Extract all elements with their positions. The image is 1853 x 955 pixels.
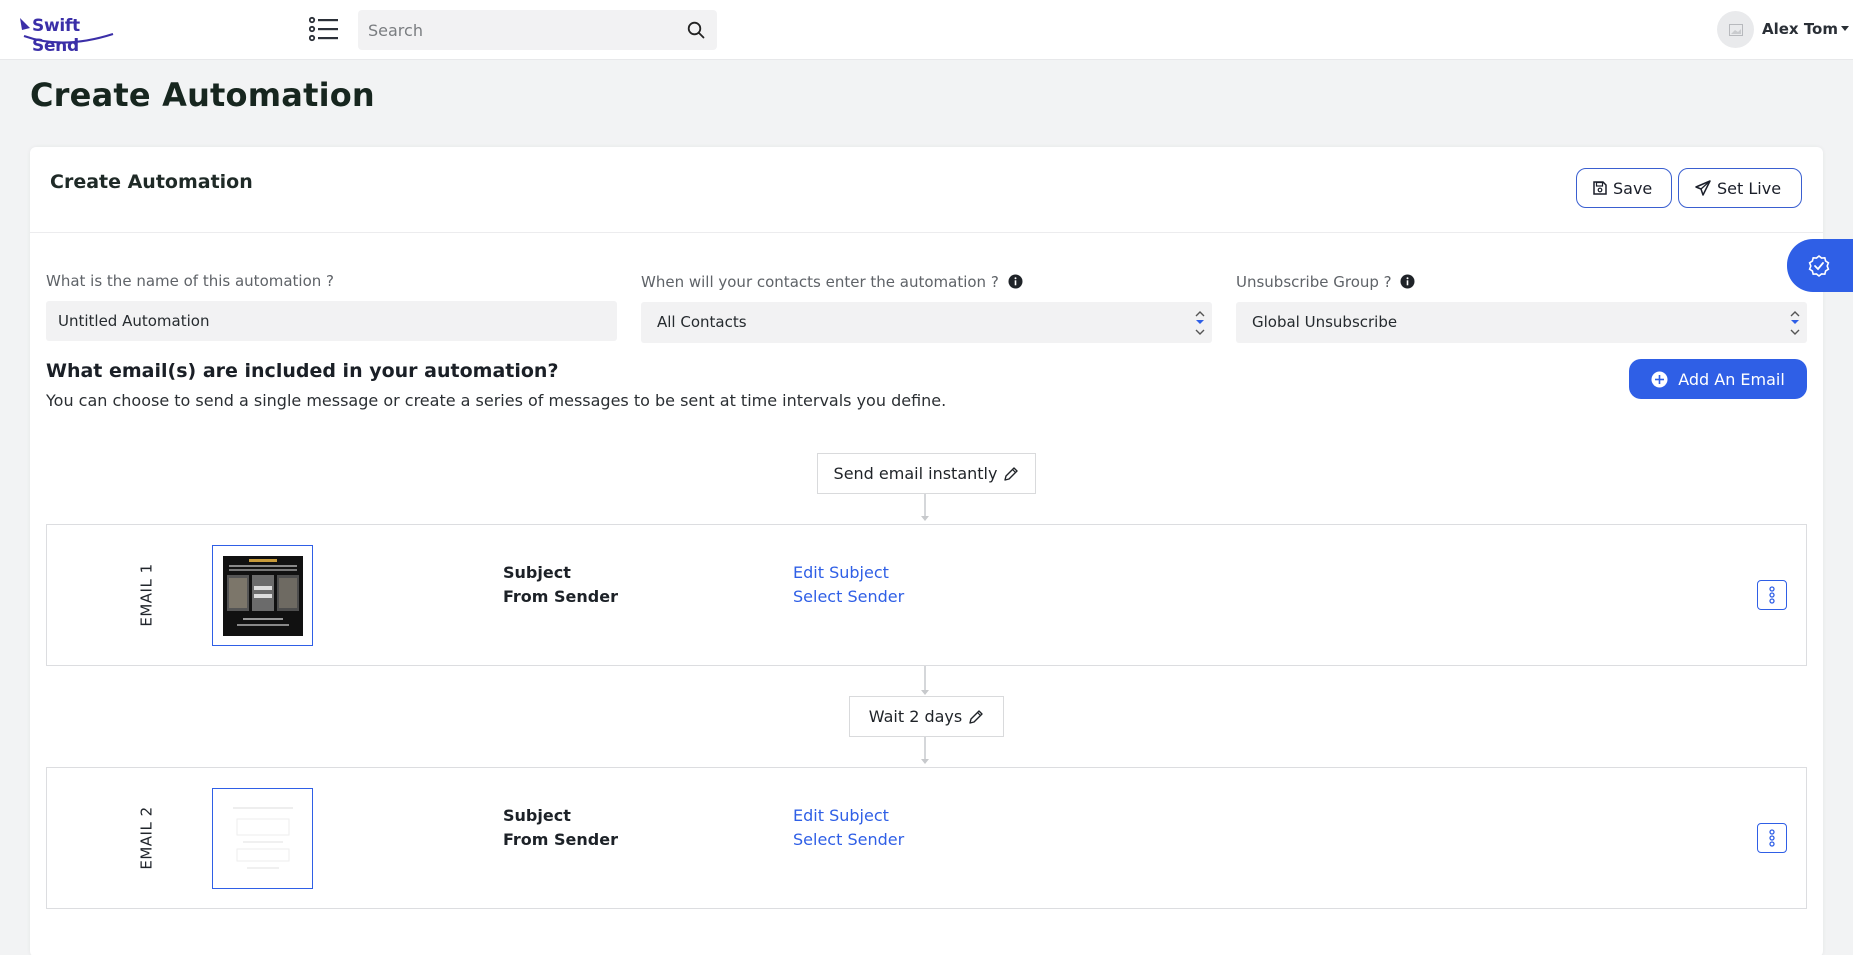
entry-trigger-value: All Contacts: [657, 313, 747, 331]
trigger-step-label: Send email instantly: [833, 464, 998, 483]
email-row: EMAIL 1 Subject From Sender Edit Subject…: [46, 524, 1807, 666]
avatar[interactable]: [1717, 11, 1754, 48]
more-vertical-icon: [1769, 586, 1775, 604]
email-number-label: EMAIL 1: [138, 563, 156, 627]
select-sender-link[interactable]: Select Sender: [793, 587, 904, 606]
from-sender-label: From Sender: [503, 587, 618, 606]
wait-step-label: Wait 2 days: [868, 707, 963, 726]
flow-connector: [924, 494, 926, 516]
email-thumbnail[interactable]: [212, 788, 313, 889]
search-input[interactable]: [368, 10, 668, 50]
unsubscribe-group-select[interactable]: Global Unsubscribe: [1236, 302, 1807, 343]
unsubscribe-group-value: Global Unsubscribe: [1252, 313, 1398, 331]
user-name: Alex Tom: [1762, 20, 1838, 38]
subject-label: Subject: [503, 563, 571, 582]
save-button[interactable]: Save: [1576, 168, 1672, 208]
pencil-icon[interactable]: [968, 709, 984, 725]
floppy-disk-icon: [1593, 181, 1607, 195]
info-icon[interactable]: [1400, 274, 1415, 289]
logo-text: Swift Send: [32, 16, 80, 56]
save-label: Save: [1613, 178, 1653, 198]
automation-name-label: What is the name of this automation ?: [46, 272, 335, 290]
user-menu[interactable]: Alex Tom: [1762, 20, 1849, 38]
entry-trigger-label: When will your contacts enter the automa…: [641, 273, 1023, 291]
caret-down-icon: [1841, 26, 1849, 31]
more-vertical-icon: [1769, 829, 1775, 847]
page-title: Create Automation: [30, 76, 375, 114]
menu-list-icon[interactable]: [308, 16, 339, 42]
email-options-button[interactable]: [1757, 823, 1787, 853]
email-number-label: EMAIL 2: [138, 806, 156, 870]
search-icon[interactable]: [687, 21, 705, 39]
select-arrows-icon: [1195, 311, 1205, 335]
top-navbar: Swift Send Alex Tom: [0, 0, 1853, 60]
unsubscribe-group-label: Unsubscribe Group ?: [1236, 273, 1415, 291]
flow-arrow-icon: [921, 690, 929, 695]
flow-arrow-icon: [921, 516, 929, 521]
email-thumbnail[interactable]: [212, 545, 313, 646]
emails-section-title: What email(s) are included in your autom…: [46, 360, 559, 382]
paper-plane-icon: [1695, 180, 1711, 196]
flow-connector: [924, 737, 926, 759]
email-row: EMAIL 2 Subject From Sender Edit Subject…: [46, 767, 1807, 909]
app-logo[interactable]: Swift Send: [18, 14, 128, 56]
wait-step[interactable]: Wait 2 days: [849, 696, 1004, 737]
add-email-label: Add An Email: [1678, 369, 1785, 389]
flow-connector: [924, 666, 926, 692]
set-live-label: Set Live: [1717, 178, 1782, 198]
info-icon[interactable]: [1008, 274, 1023, 289]
badge-check-icon: [1808, 254, 1830, 277]
card-title: Create Automation: [50, 171, 253, 193]
entry-trigger-select[interactable]: All Contacts: [641, 302, 1212, 343]
add-email-button[interactable]: Add An Email: [1629, 359, 1807, 399]
subject-label: Subject: [503, 806, 571, 825]
emails-section-subtitle: You can choose to send a single message …: [46, 391, 947, 410]
edit-subject-link[interactable]: Edit Subject: [793, 563, 889, 582]
edit-subject-link[interactable]: Edit Subject: [793, 806, 889, 825]
search-bar: [358, 10, 717, 50]
email-options-button[interactable]: [1757, 580, 1787, 610]
select-arrows-icon: [1790, 311, 1800, 335]
email-preview-image: [222, 798, 303, 879]
plus-circle-icon: [1651, 371, 1668, 387]
card-header: Create Automation Save Set Live: [30, 147, 1823, 233]
email-preview-image: [222, 555, 303, 636]
trigger-step[interactable]: Send email instantly: [817, 453, 1036, 494]
flow-arrow-icon: [921, 759, 929, 764]
pencil-icon[interactable]: [1003, 466, 1019, 482]
set-live-button[interactable]: Set Live: [1678, 168, 1802, 208]
from-sender-label: From Sender: [503, 830, 618, 849]
floating-verify-button[interactable]: [1787, 239, 1853, 292]
select-sender-link[interactable]: Select Sender: [793, 830, 904, 849]
image-placeholder-icon: [1728, 23, 1743, 36]
automation-name-input[interactable]: [46, 301, 617, 341]
